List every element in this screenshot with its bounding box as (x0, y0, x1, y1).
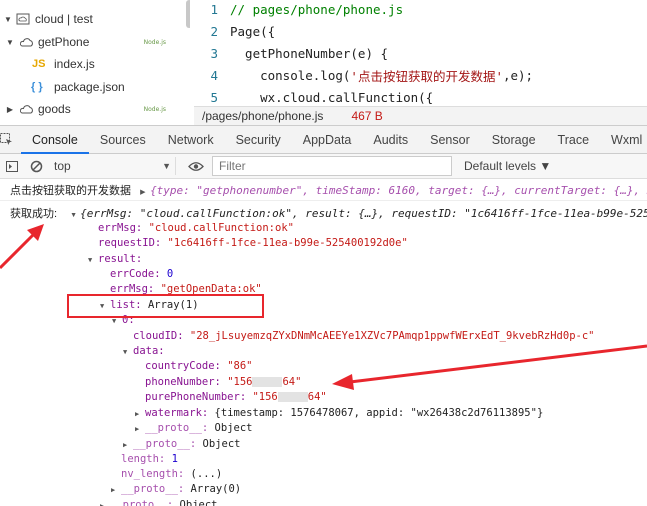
code-token: // pages/phone/phone.js (230, 1, 404, 17)
expand-arrow-icon[interactable]: ▶ (140, 183, 150, 203)
code-token: getPhoneNumber(e) { (230, 45, 389, 61)
code-token: wx.cloud.callFunction({ (230, 89, 434, 105)
nodejs-badge: Node.js (143, 105, 166, 113)
cloud-icon (20, 105, 33, 114)
folder-cloud-icon (16, 13, 30, 25)
console-message-tap-event: 点击按钮获取的开发数据 ▶ {type: "getphonenumber", ti… (0, 181, 647, 201)
highlight-box-list (67, 294, 264, 318)
cloud-icon (20, 38, 33, 47)
tab-list: Console Sources Network Security AppData Audi… (21, 126, 647, 154)
tree-item-label: getPhone (38, 35, 90, 49)
devtools-tab-bar: Console Sources Network Security AppData Audi… (0, 125, 647, 154)
prop-countrycode: countryCode: "86" (145, 360, 253, 372)
prop-errmsg: errMsg: "cloud.callFunction:ok" (98, 222, 294, 234)
prop-cloudid: cloudID: "28_jLsuyemzqZYxDNmMcAEEYe1XZVc… (133, 330, 595, 342)
file-path: /pages/phone/phone.js (202, 109, 324, 123)
prop-result[interactable]: ▼ result: (88, 252, 142, 268)
file-tree: ▼ cloud | test ▼ getPhone Node.js JS ind… (0, 0, 190, 124)
tab-security[interactable]: Security (225, 126, 292, 154)
inspect-element-icon[interactable] (0, 126, 13, 154)
tab-appdata[interactable]: AppData (292, 126, 363, 154)
chevron-right-icon[interactable]: ▶ (4, 105, 16, 114)
code-token: ,e); (502, 67, 534, 83)
sidebar-toggle-icon[interactable] (0, 154, 24, 178)
tree-item-package-json[interactable]: { } package.json (0, 76, 190, 98)
tab-network[interactable]: Network (157, 126, 225, 154)
prop-data[interactable]: ▼ data: (123, 344, 165, 360)
tab-wxml[interactable]: Wxml (600, 126, 647, 154)
tab-audits[interactable]: Audits (362, 126, 419, 154)
redacted-block (252, 377, 283, 387)
tab-sensor[interactable]: Sensor (419, 126, 481, 154)
code-token: console.log( (230, 67, 351, 83)
redacted-block (277, 392, 308, 402)
prop-proto-data[interactable]: ▶ __proto__: Object (135, 421, 252, 437)
code-line[interactable]: 3 getPhoneNumber(e) { (194, 42, 647, 64)
context-select[interactable]: top ▼ (48, 157, 176, 175)
clear-console-icon[interactable] (24, 154, 48, 178)
prop-errcode: errCode: 0 (110, 268, 174, 280)
prop-proto-list[interactable]: ▶ __proto__: Array(0) (111, 482, 241, 498)
expand-arrow-icon: ▶ (111, 486, 116, 494)
tree-item-getphone[interactable]: ▼ getPhone Node.js (0, 31, 190, 53)
tree-item-label: goods (38, 102, 71, 116)
prop-nv-length: nv_length: (...) (121, 468, 223, 480)
code-editor[interactable]: 1 // pages/phone/phone.js 2 Page({ 3 getPhon… (194, 0, 647, 106)
prop-phonenumber: phoneNumber: "156 64" (145, 376, 302, 388)
json-file-icon: { } (31, 81, 43, 93)
context-value: top (54, 159, 71, 173)
tree-item-label: cloud | test (35, 12, 93, 26)
line-number: 2 (210, 23, 218, 39)
tab-sources[interactable]: Sources (89, 126, 157, 154)
collapse-arrow-icon: ▼ (123, 348, 128, 356)
chevron-down-icon[interactable]: ▼ (4, 38, 16, 47)
file-path-bar: /pages/phone/phone.js 467 B (194, 106, 647, 125)
tree-item-label: package.json (54, 80, 125, 94)
eye-icon[interactable] (184, 154, 208, 178)
prop-requestid: requestID: "1c6416ff-1fce-11ea-b99e-5254… (98, 237, 408, 249)
line-number: 5 (210, 89, 218, 105)
tree-item-cloud-test[interactable]: ▼ cloud | test (0, 8, 190, 30)
filter-input[interactable] (212, 156, 452, 176)
dropdown-arrow-icon: ▼ (162, 161, 171, 171)
tab-console[interactable]: Console (21, 126, 89, 154)
nodejs-badge: Node.js (143, 38, 166, 46)
log-label: 点击按钮获取的开发数据 (10, 185, 131, 197)
log-object-summary[interactable]: {type: "getphonenumber", timeStamp: 6160… (150, 184, 647, 197)
collapse-arrow-icon: ▼ (88, 256, 93, 264)
expand-arrow-icon: ▶ (135, 425, 140, 433)
prop-watermark[interactable]: ▶ watermark: {timestamp: 1576478067, appi… (135, 406, 543, 422)
collapse-arrow-icon[interactable]: ▼ (70, 206, 80, 226)
console-output: 点击按钮获取的开发数据 ▶ {type: "getphonenumber", ti… (0, 180, 647, 506)
console-toolbar: top ▼ Default levels ▼ (0, 154, 647, 179)
tree-item-label: index.js (54, 57, 95, 71)
expand-arrow-icon: ▶ (100, 502, 105, 506)
prop-purephonenumber: purePhoneNumber: "156 64" (145, 391, 327, 403)
code-line[interactable]: 4 console.log('点击按钮获取的开发数据' ,e); (194, 64, 647, 86)
code-line[interactable]: 5 wx.cloud.callFunction({ (194, 86, 647, 106)
prop-length: length: 1 (121, 453, 178, 465)
chevron-down-icon[interactable]: ▼ (2, 15, 14, 24)
code-line[interactable]: 2 Page({ (194, 20, 647, 42)
line-number: 1 (210, 1, 218, 17)
line-number: 4 (210, 67, 218, 83)
file-size: 467 B (351, 109, 383, 123)
tab-trace[interactable]: Trace (547, 126, 601, 154)
prop-proto-item[interactable]: ▶ __proto__: Object (123, 437, 240, 453)
line-number: 3 (210, 45, 218, 61)
code-line[interactable]: 1 // pages/phone/phone.js (194, 0, 647, 20)
log-label: 获取成功: (10, 208, 58, 220)
code-token: '点击按钮获取的开发数据' (350, 68, 503, 84)
tree-item-index-js[interactable]: JS index.js (0, 53, 190, 75)
tab-storage[interactable]: Storage (481, 126, 547, 154)
log-object-summary[interactable]: {errMsg: "cloud.callFunction:ok", result… (80, 207, 647, 220)
log-levels-dropdown[interactable]: Default levels ▼ (464, 159, 551, 173)
code-token: Page({ (230, 23, 276, 39)
prop-proto-result[interactable]: ▶ __proto__: Object (100, 498, 217, 506)
js-file-icon: JS (32, 58, 46, 70)
tree-scrollbar[interactable] (186, 0, 190, 28)
tree-item-goods[interactable]: ▶ goods Node.js (0, 98, 190, 120)
